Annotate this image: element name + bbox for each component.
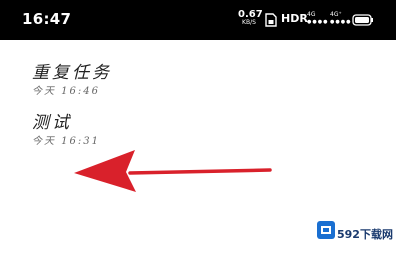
network-4g-plus: 4G⁺ ●●●● (330, 11, 350, 25)
status-bar: 16:47 0.67 KB/S HDR 4G ●●●● 4G⁺ ●●●● (0, 0, 396, 40)
note-item-repeat-task[interactable]: 重复任务 今天 16:46 (0, 58, 396, 106)
network-speed-unit: KB/S (242, 19, 256, 26)
watermark-text: 592下载网 (337, 228, 393, 241)
network-4g: 4G ●●●● (307, 11, 327, 25)
note-date: 今天 16:46 (32, 86, 100, 97)
signal-icon: ●●●● (307, 19, 329, 25)
network-speed: 0.67 KB/S (238, 10, 263, 26)
watermark-logo-icon (317, 221, 335, 239)
note-title: 重复任务 (32, 63, 112, 83)
status-time: 16:47 (22, 10, 72, 28)
signal-icon: ●●●● (330, 19, 352, 25)
note-title: 测试 (32, 113, 72, 133)
network-4g-label: 4G (307, 11, 316, 18)
left-arrow-annotation (74, 150, 272, 192)
sim-card-icon (265, 13, 277, 27)
network-4g-plus-label: 4G⁺ (330, 11, 342, 18)
battery-icon (352, 14, 373, 26)
hdr-indicator: HDR (281, 12, 308, 25)
